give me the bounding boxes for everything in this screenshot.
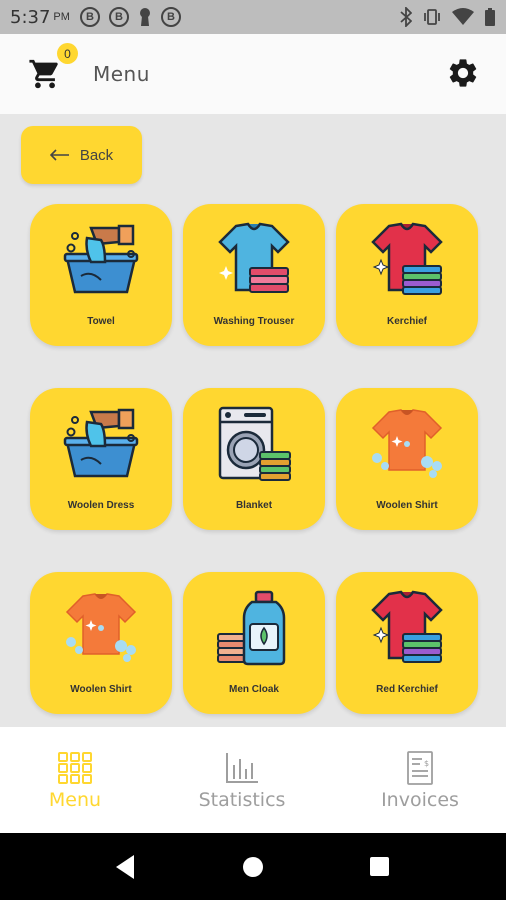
- back-button-label: Back: [79, 146, 114, 164]
- menu-tile[interactable]: Blanket: [183, 388, 325, 530]
- cart-icon[interactable]: [28, 57, 62, 91]
- nav-item-invoices[interactable]: $ Invoices: [370, 727, 470, 833]
- grid-icon: [58, 752, 92, 784]
- status-time: 5:37: [10, 6, 51, 28]
- tile-label: Men Cloak: [228, 684, 279, 695]
- arrow-left-icon: [49, 149, 69, 161]
- nav-item-menu[interactable]: Menu: [36, 727, 114, 833]
- page-title: Menu: [93, 62, 150, 86]
- menu-tile[interactable]: Towel: [30, 204, 172, 346]
- wifi-icon: [452, 8, 474, 25]
- red-tshirt-icon: [371, 222, 443, 295]
- app-bar: 0 Menu: [0, 34, 506, 114]
- menu-tile[interactable]: Woolen Shirt: [30, 572, 172, 714]
- notification-icon: B: [79, 7, 100, 27]
- washing-basin-icon: [63, 224, 139, 294]
- invoice-icon: $: [407, 751, 433, 785]
- notification-icon: B: [160, 7, 181, 27]
- back-triangle-icon[interactable]: [114, 854, 136, 880]
- vibrate-icon: [424, 9, 440, 25]
- menu-tile[interactable]: Red Kerchief: [336, 572, 478, 714]
- menu-tile[interactable]: Men Cloak: [183, 572, 325, 714]
- red-tshirt-icon: [371, 590, 443, 663]
- tile-label: Blanket: [235, 500, 273, 511]
- orange-tshirt-bubbles-icon: [65, 593, 137, 662]
- menu-tile[interactable]: Washing Trouser: [183, 204, 325, 346]
- tile-label: Woolen Dress: [67, 500, 135, 511]
- tile-label: Woolen Shirt: [376, 500, 438, 511]
- back-button[interactable]: Back: [21, 126, 142, 184]
- blue-tshirt-icon: [218, 222, 290, 293]
- status-ampm: PM: [53, 11, 70, 23]
- bottom-nav: Menu Statistics $ Invoices: [0, 727, 506, 833]
- nav-label: Menu: [48, 789, 102, 811]
- home-circle-icon[interactable]: [242, 856, 264, 878]
- bluetooth-icon: [400, 7, 412, 27]
- tile-label: Woolen Shirt: [70, 684, 132, 695]
- tile-label: Washing Trouser: [213, 316, 295, 327]
- battery-icon: [485, 8, 495, 26]
- tile-label: Red Kerchief: [376, 684, 438, 695]
- orange-tshirt-bubbles-icon: [371, 409, 443, 478]
- cart-count-badge: 0: [57, 43, 78, 64]
- svg-text:$: $: [424, 759, 429, 768]
- gear-icon[interactable]: [446, 56, 480, 90]
- menu-tile[interactable]: Woolen Shirt: [336, 388, 478, 530]
- nav-label: Statistics: [198, 789, 286, 811]
- tile-label: Towel: [87, 316, 115, 327]
- washing-machine-icon: [218, 406, 291, 481]
- recents-square-icon[interactable]: [369, 856, 390, 877]
- nav-label: Invoices: [381, 789, 459, 811]
- nav-item-statistics[interactable]: Statistics: [186, 727, 298, 833]
- washing-basin-icon: [63, 408, 139, 478]
- detergent-bottle-icon: [217, 590, 286, 666]
- menu-tile[interactable]: Woolen Dress: [30, 388, 172, 530]
- menu-tile[interactable]: Kerchief: [336, 204, 478, 346]
- tile-label: Kerchief: [386, 316, 427, 327]
- status-bar: 5:37 PM B B B: [0, 0, 506, 34]
- system-nav-bar: [0, 833, 506, 900]
- keyhole-icon: [139, 8, 150, 26]
- bar-chart-icon: [226, 753, 258, 783]
- notification-icon: B: [108, 7, 129, 27]
